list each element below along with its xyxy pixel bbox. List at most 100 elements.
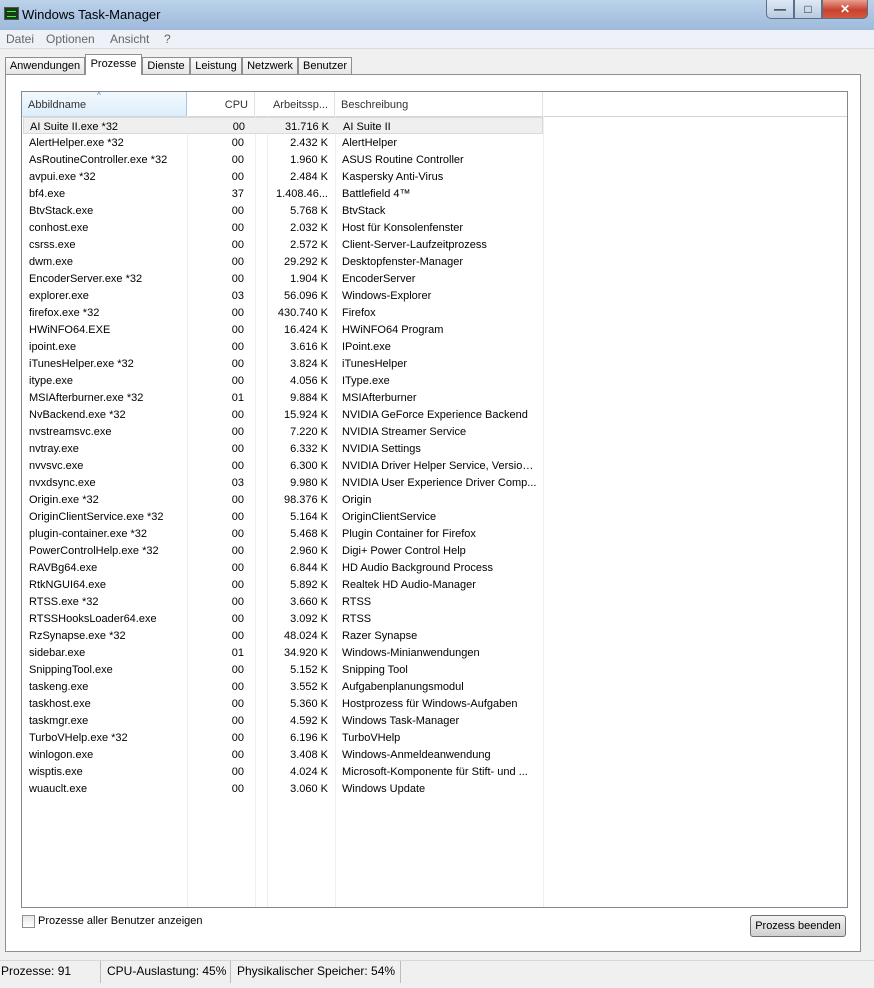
process-memory: 5.164 K	[290, 511, 328, 523]
table-row[interactable]: PowerControlHelp.exe *32 00 2.960 K Digi+ P…	[23, 542, 543, 559]
table-row[interactable]: winlogon.exe 00 3.408 K Windows-Anmeldeanwe…	[23, 746, 543, 763]
close-button[interactable]: ✕	[822, 0, 868, 19]
process-memory: 9.980 K	[290, 477, 328, 489]
process-memory: 1.408.46...	[276, 188, 328, 200]
table-row[interactable]: taskeng.exe 00 3.552 K Aufgabenplanungsmodu…	[23, 678, 543, 695]
process-description: AlertHelper	[342, 137, 398, 149]
list-header: ^ Abbildname CPU Arbeitssp... Beschreibu…	[22, 92, 847, 117]
process-memory: 6.844 K	[290, 562, 328, 574]
tab-leistung[interactable]: Leistung	[190, 57, 242, 74]
table-row[interactable]: OriginClientService.exe *32 00 5.164 K Orig…	[23, 508, 543, 525]
process-memory: 3.092 K	[290, 613, 328, 625]
process-memory: 2.432 K	[290, 137, 328, 149]
table-row[interactable]: avpui.exe *32 00 2.484 K Kaspersky Anti-Vir…	[23, 168, 543, 185]
table-row[interactable]: AI Suite II.exe *32 00 31.716 K AI Suite II	[23, 117, 543, 134]
process-cpu: 00	[231, 443, 244, 455]
process-memory: 6.300 K	[290, 460, 328, 472]
table-row[interactable]: SnippingTool.exe 00 5.152 K Snipping Tool	[23, 661, 543, 678]
table-row[interactable]: Origin.exe *32 00 98.376 K Origin	[23, 491, 543, 508]
status-physical-memory: Physikalischer Speicher: 54%	[231, 961, 401, 983]
process-cpu: 00	[231, 681, 244, 693]
process-cpu: 00	[231, 715, 244, 727]
process-name: NvBackend.exe *32	[29, 409, 126, 421]
process-description: Battlefield 4™	[342, 188, 411, 200]
process-memory: 3.660 K	[290, 596, 328, 608]
end-process-button[interactable]: Prozess beenden	[750, 915, 846, 937]
table-row[interactable]: HWiNFO64.EXE 00 16.424 K HWiNFO64 Program	[23, 321, 543, 338]
table-row[interactable]: MSIAfterburner.exe *32 01 9.884 K MSIAfterb…	[23, 389, 543, 406]
process-cpu: 03	[231, 477, 244, 489]
table-row[interactable]: itype.exe 00 4.056 K IType.exe	[23, 372, 543, 389]
process-cpu: 00	[231, 137, 244, 149]
table-row[interactable]: RTSSHooksLoader64.exe 00 3.092 K RTSS	[23, 610, 543, 627]
maximize-button[interactable]: □	[794, 0, 822, 19]
table-row[interactable]: BtvStack.exe 00 5.768 K BtvStack	[23, 202, 543, 219]
show-all-users-checkbox[interactable]	[22, 915, 35, 928]
table-row[interactable]: wuauclt.exe 00 3.060 K Windows Update	[23, 780, 543, 797]
table-row[interactable]: RAVBg64.exe 00 6.844 K HD Audio Background …	[23, 559, 543, 576]
process-cpu: 00	[231, 409, 244, 421]
table-row[interactable]: iTunesHelper.exe *32 00 3.824 K iTunesHelpe…	[23, 355, 543, 372]
column-header-memory[interactable]: Arbeitssp...	[255, 92, 335, 116]
table-row[interactable]: RtkNGUI64.exe 00 5.892 K Realtek HD Audio-M…	[23, 576, 543, 593]
column-header-cpu[interactable]: CPU	[187, 92, 255, 116]
table-row[interactable]: NvBackend.exe *32 00 15.924 K NVIDIA GeForc…	[23, 406, 543, 423]
process-name: iTunesHelper.exe *32	[29, 358, 134, 370]
process-memory: 9.884 K	[290, 392, 328, 404]
table-row[interactable]: RTSS.exe *32 00 3.660 K RTSS	[23, 593, 543, 610]
table-row[interactable]: nvxdsync.exe 03 9.980 K NVIDIA User Experie…	[23, 474, 543, 491]
process-description: Razer Synapse	[342, 630, 418, 642]
tab-anwendungen[interactable]: Anwendungen	[5, 57, 85, 74]
table-row[interactable]: nvvsvc.exe 00 6.300 K NVIDIA Driver Helper …	[23, 457, 543, 474]
table-row[interactable]: dwm.exe 00 29.292 K Desktopfenster-Manager	[23, 253, 543, 270]
table-row[interactable]: taskhost.exe 00 5.360 K Hostprozess für Win…	[23, 695, 543, 712]
process-cpu: 00	[231, 630, 244, 642]
process-description: Realtek HD Audio-Manager	[342, 579, 476, 591]
process-memory: 7.220 K	[290, 426, 328, 438]
table-row[interactable]: TurboVHelp.exe *32 00 6.196 K TurboVHelp	[23, 729, 543, 746]
process-name: dwm.exe	[29, 256, 74, 268]
table-row[interactable]: wisptis.exe 00 4.024 K Microsoft-Komponente…	[23, 763, 543, 780]
minimize-button[interactable]: —	[766, 0, 794, 19]
column-header-description[interactable]: Beschreibung	[335, 92, 543, 116]
tab-dienste[interactable]: Dienste	[142, 57, 190, 74]
process-description: MSIAfterburner	[342, 392, 417, 404]
table-row[interactable]: ipoint.exe 00 3.616 K IPoint.exe	[23, 338, 543, 355]
process-name: bf4.exe	[29, 188, 66, 200]
process-list[interactable]: ^ Abbildname CPU Arbeitssp... Beschreibu…	[21, 91, 848, 908]
process-name: nvvsvc.exe	[29, 460, 84, 472]
process-cpu: 00	[231, 749, 244, 761]
table-row[interactable]: AlertHelper.exe *32 00 2.432 K AlertHelper	[23, 134, 543, 151]
process-cpu: 00	[231, 783, 244, 795]
menu-help[interactable]: ?	[164, 32, 171, 46]
table-row[interactable]: sidebar.exe 01 34.920 K Windows-Minianwendu…	[23, 644, 543, 661]
table-row[interactable]: explorer.exe 03 56.096 K Windows-Explorer	[23, 287, 543, 304]
status-bar: Prozesse: 91 CPU-Auslastung: 45% Physika…	[0, 960, 874, 988]
table-row[interactable]: csrss.exe 00 2.572 K Client-Server-Laufzeit…	[23, 236, 543, 253]
table-row[interactable]: RzSynapse.exe *32 00 48.024 K Razer Synapse	[23, 627, 543, 644]
window-controls: — □ ✕	[766, 0, 868, 20]
table-row[interactable]: plugin-container.exe *32 00 5.468 K Plugin …	[23, 525, 543, 542]
process-memory: 31.716 K	[284, 121, 329, 133]
menu-ansicht[interactable]: Ansicht	[110, 32, 149, 46]
table-row[interactable]: taskmgr.exe 00 4.592 K Windows Task-Manager	[23, 712, 543, 729]
tab-netzwerk[interactable]: Netzwerk	[242, 57, 298, 74]
column-header-name[interactable]: ^ Abbildname	[22, 92, 187, 116]
title-bar[interactable]: Windows Task-Manager — □ ✕	[0, 0, 874, 31]
table-row[interactable]: AsRoutineController.exe *32 00 1.960 K ASUS…	[23, 151, 543, 168]
process-cpu: 00	[231, 596, 244, 608]
table-row[interactable]: bf4.exe 37 1.408.46... Battlefield 4™	[23, 185, 543, 202]
tab-prozesse[interactable]: Prozesse	[85, 54, 142, 75]
table-row[interactable]: nvtray.exe 00 6.332 K NVIDIA Settings	[23, 440, 543, 457]
menu-datei[interactable]: Datei	[6, 32, 34, 46]
table-row[interactable]: EncoderServer.exe *32 00 1.904 K EncoderSer…	[23, 270, 543, 287]
process-description: ASUS Routine Controller	[342, 154, 464, 166]
task-manager-icon	[4, 7, 19, 20]
table-row[interactable]: nvstreamsvc.exe 00 7.220 K NVIDIA Streamer …	[23, 423, 543, 440]
process-cpu: 00	[231, 273, 244, 285]
process-description: NVIDIA User Experience Driver Comp...	[342, 477, 537, 489]
table-row[interactable]: conhost.exe 00 2.032 K Host für Konsolenfen…	[23, 219, 543, 236]
table-row[interactable]: firefox.exe *32 00 430.740 K Firefox	[23, 304, 543, 321]
tab-benutzer[interactable]: Benutzer	[298, 57, 352, 74]
menu-optionen[interactable]: Optionen	[46, 32, 95, 46]
